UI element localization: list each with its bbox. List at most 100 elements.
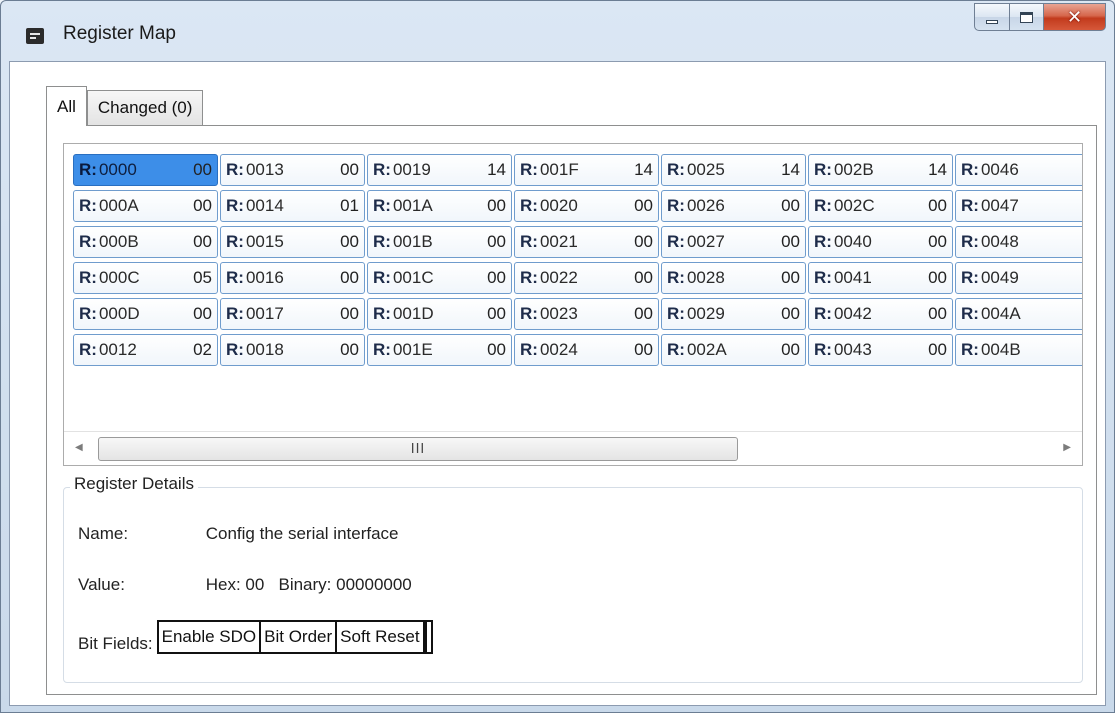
register-prefix: R: [961,340,979,359]
register-address: R: 0018 [226,340,284,360]
register-address: R: 000A [79,196,139,216]
register-value: 00 [340,232,359,251]
register-cell[interactable]: R: 001A 00 [367,190,512,222]
register-number: 0019 [392,160,431,179]
register-cell[interactable]: R: 0028 00 [661,262,806,294]
bitfield-bit-order[interactable]: Bit Order [259,620,338,654]
register-map-app-icon[interactable] [26,28,44,44]
title-bar[interactable]: Register Map ✕ [1,1,1114,61]
register-cell[interactable]: R: 0040 00 [808,226,953,258]
register-value: 14 [634,160,653,179]
register-cell[interactable]: R: 0014 01 [220,190,365,222]
register-number: 001E [392,340,433,359]
register-address: R: 0046 [961,160,1019,180]
register-prefix: R: [667,340,685,359]
bitfield-soft-reset[interactable]: Soft Reset [335,620,425,654]
register-cell[interactable]: R: 0000 00 [73,154,218,186]
register-cell[interactable]: R: 004B [955,334,1082,366]
register-prefix: R: [226,196,244,215]
register-cell[interactable]: R: 002A 00 [661,334,806,366]
register-prefix: R: [814,268,832,287]
register-address: R: 001D [373,304,434,324]
register-cell[interactable]: R: 002C 00 [808,190,953,222]
register-prefix: R: [79,160,97,179]
register-value: 00 [634,304,653,323]
register-number: 0017 [245,304,284,323]
client-area: All Changed (0) R: 0000 00 R: 000A 00 R: 000B 00… [9,61,1106,706]
register-cell[interactable]: R: 0029 00 [661,298,806,330]
register-number: 000B [98,232,139,251]
register-value: 14 [487,160,506,179]
register-cell[interactable]: R: 0047 [955,190,1082,222]
register-cell[interactable]: R: 001F 14 [514,154,659,186]
register-cell[interactable]: R: 0012 02 [73,334,218,366]
register-number: 0049 [980,268,1019,287]
register-grid-viewport[interactable]: R: 0000 00 R: 000A 00 R: 000B 00 R: 000C 05 R: 000D 00… [63,143,1083,466]
register-cell[interactable]: R: 001D 00 [367,298,512,330]
register-cell[interactable]: R: 0017 00 [220,298,365,330]
register-cell[interactable]: R: 0019 14 [367,154,512,186]
register-cell[interactable]: R: 0026 00 [661,190,806,222]
register-prefix: R: [961,304,979,323]
tab-all[interactable]: All [46,86,87,126]
horizontal-scrollbar[interactable]: ◀ III ▶ [64,431,1082,465]
register-cell[interactable]: R: 0023 00 [514,298,659,330]
close-button[interactable]: ✕ [1044,3,1106,31]
register-address: R: 001F [520,160,579,180]
register-cell[interactable]: R: 0049 [955,262,1082,294]
register-cell[interactable]: R: 0048 [955,226,1082,258]
register-cell[interactable]: R: 000C 05 [73,262,218,294]
register-cell[interactable]: R: 000D 00 [73,298,218,330]
register-cell[interactable]: R: 004A [955,298,1082,330]
register-cell[interactable]: R: 002B 14 [808,154,953,186]
register-number: 0026 [686,196,725,215]
register-cell[interactable]: R: 0015 00 [220,226,365,258]
register-address: R: 0021 [520,232,578,252]
register-number: 001F [539,160,579,179]
scrollbar-thumb[interactable]: III [98,437,738,461]
register-cell[interactable]: R: 001E 00 [367,334,512,366]
register-address: R: 0043 [814,340,872,360]
register-cell[interactable]: R: 000A 00 [73,190,218,222]
register-cell[interactable]: R: 0025 14 [661,154,806,186]
register-cell[interactable]: R: 0021 00 [514,226,659,258]
scroll-left-arrow-icon[interactable]: ◀ [75,442,83,453]
value-text: Hex: 00 Binary: 00000000 [205,575,412,594]
register-address: R: 0024 [520,340,578,360]
register-cell[interactable]: R: 0043 00 [808,334,953,366]
register-cell[interactable]: R: 0022 00 [514,262,659,294]
register-cell[interactable]: R: 0041 00 [808,262,953,294]
register-cell[interactable]: R: 0042 00 [808,298,953,330]
register-number: 0015 [245,232,284,251]
tab-changed[interactable]: Changed (0) [86,90,204,126]
register-cell[interactable]: R: 0024 00 [514,334,659,366]
register-details-legend: Register Details [70,474,198,494]
maximize-button[interactable] [1010,3,1044,31]
register-number: 0020 [539,196,578,215]
register-number: 002C [833,196,875,215]
minimize-button[interactable] [974,3,1010,31]
register-cell[interactable]: R: 001C 00 [367,262,512,294]
register-address: R: 0019 [373,160,431,180]
bitfield-end-marker [422,620,433,654]
register-address: R: 0041 [814,268,872,288]
register-number: 0046 [980,160,1019,179]
bitfield-enable-sdo[interactable]: Enable SDO [156,620,262,654]
tab-panel-all: R: 0000 00 R: 000A 00 R: 000B 00 R: 000C 05 R: 000D 00… [46,125,1097,695]
register-value: 00 [487,232,506,251]
register-cell[interactable]: R: 0020 00 [514,190,659,222]
register-cell[interactable]: R: 0027 00 [661,226,806,258]
scroll-right-arrow-icon[interactable]: ▶ [1063,442,1071,453]
register-prefix: R: [814,340,832,359]
detail-bitfields-row: Bit Fields: Enable SDO Bit Order Soft Re… [78,618,433,654]
register-prefix: R: [79,232,97,251]
register-address: R: 0017 [226,304,284,324]
register-cell[interactable]: R: 0013 00 [220,154,365,186]
register-cell[interactable]: R: 001B 00 [367,226,512,258]
register-cell[interactable]: R: 0018 00 [220,334,365,366]
register-cell[interactable]: R: 000B 00 [73,226,218,258]
register-cell[interactable]: R: 0046 [955,154,1082,186]
register-cell[interactable]: R: 0016 00 [220,262,365,294]
register-number: 000D [98,304,140,323]
register-address: R: 0049 [961,268,1019,288]
